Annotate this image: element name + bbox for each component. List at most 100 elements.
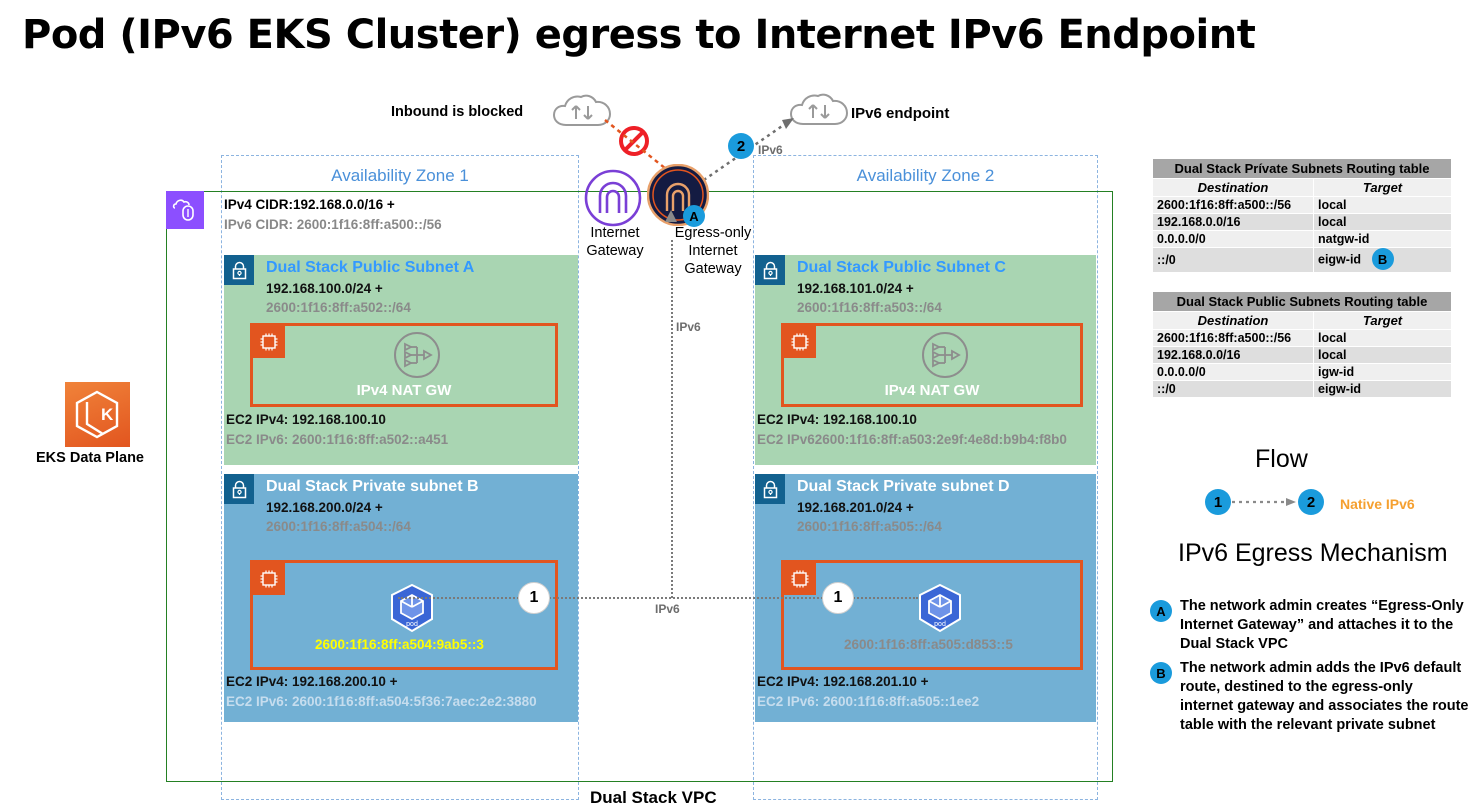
private-rt-target-3-text: eigw-id bbox=[1318, 252, 1362, 267]
ipv6-endpoint-label: IPv6 endpoint bbox=[851, 105, 950, 122]
subnet-b-cidr6: 2600:1f16:8ff:a504::/64 bbox=[266, 519, 411, 534]
private-subnets-routing-table: Dual Stack Prívate Subnets Routing table… bbox=[1152, 158, 1452, 273]
subnet-a-cidr4: 192.168.100.0/24 + bbox=[266, 281, 383, 296]
svg-text:pod: pod bbox=[934, 621, 946, 628]
flow-step-1-subnet-b: 1 bbox=[518, 582, 550, 614]
public-rt-target-3: eigw-id bbox=[1313, 380, 1452, 398]
subnet-c: Dual Stack Public Subnet C 192.168.101.0… bbox=[755, 255, 1096, 465]
subnet-lock-icon bbox=[755, 255, 785, 285]
subnet-b-title: Dual Stack Private subnet B bbox=[266, 478, 479, 495]
nat-gateway-icon bbox=[392, 330, 442, 385]
flow-legend-arrow bbox=[1232, 495, 1302, 514]
subnet-c-ec2-box: IPv4 NAT GW bbox=[781, 323, 1083, 407]
mechanism-badge-a: A bbox=[1150, 600, 1172, 622]
ec2-chip-icon bbox=[783, 325, 816, 358]
igw-label-line1: Internet bbox=[590, 225, 640, 241]
public-rt-target-2: igw-id bbox=[1313, 363, 1452, 381]
subnet-a-ec2-ipv4: EC2 IPv4: 192.168.100.10 bbox=[226, 412, 386, 427]
mechanism-title: IPv6 Egress Mechanism bbox=[1178, 539, 1448, 567]
ec2-chip-icon bbox=[252, 562, 285, 595]
private-rt-target-2: natgw-id bbox=[1313, 230, 1452, 248]
subnet-a-ec2-box: IPv4 NAT GW bbox=[250, 323, 558, 407]
subnet-b-ec2-ipv6: EC2 IPv6: 2600:1f16:8ff:a504:5f36:7aec:2… bbox=[226, 694, 537, 709]
subnet-c-title: Dual Stack Public Subnet C bbox=[797, 259, 1006, 276]
ipv6-tag-vertical: IPv6 bbox=[676, 320, 701, 334]
routing-badge-b: B bbox=[1371, 248, 1394, 270]
subnet-d-ec2-ipv4: EC2 IPv4: 192.168.201.10 + bbox=[757, 674, 929, 689]
table-row: 192.168.0.0/16 local bbox=[1152, 346, 1452, 364]
table-row: 2600:1f16:8ff:a500::/56 local bbox=[1152, 196, 1452, 214]
subnet-b-ec2-box: pod 2600:1f16:8ff:a504:9ab5::3 bbox=[250, 560, 558, 670]
public-rt-title: Dual Stack Public Subnets Routing table bbox=[1152, 291, 1452, 312]
private-rt-target-0: local bbox=[1313, 196, 1452, 214]
eks-data-plane-label: EKS Data Plane bbox=[36, 450, 144, 466]
public-rt-dest-2: 0.0.0.0/0 bbox=[1152, 363, 1314, 381]
subnet-b-pod-ip: 2600:1f16:8ff:a504:9ab5::3 bbox=[315, 637, 484, 652]
subnet-a: Dual Stack Public Subnet A 192.168.100.0… bbox=[224, 255, 578, 465]
subnet-d-pod-ip: 2600:1f16:8ff:a505:d853::5 bbox=[844, 637, 1013, 652]
vpc-label: Dual Stack VPC bbox=[590, 788, 717, 807]
table-row: 0.0.0.0/0 igw-id bbox=[1152, 363, 1452, 381]
az1-label: Availability Zone 1 bbox=[331, 166, 469, 185]
vpc-cidr-ipv6: IPv6 CIDR: 2600:1f16:8ff:a500::/56 bbox=[224, 217, 442, 232]
subnet-c-cidr4: 192.168.101.0/24 + bbox=[797, 281, 914, 296]
vpc-icon bbox=[166, 191, 204, 229]
private-rt-dest-1: 192.168.0.0/16 bbox=[1152, 213, 1314, 231]
pod-icon: pod bbox=[386, 583, 438, 640]
subnet-d-ec2-box: pod 2600:1f16:8ff:a505:d853::5 bbox=[781, 560, 1083, 670]
subnet-d-ec2-ipv6: EC2 IPv6: 2600:1f16:8ff:a505::1ee2 bbox=[757, 694, 980, 709]
subnet-a-title: Dual Stack Public Subnet A bbox=[266, 259, 475, 276]
private-rt-target-1: local bbox=[1313, 213, 1452, 231]
subnet-c-ec2-ipv6: EC2 IPv62600:1f16:8ff:a503:2e9f:4e8d:b9b… bbox=[757, 432, 1067, 447]
nat-gateway-icon bbox=[920, 330, 970, 385]
private-rt-col-target: Target bbox=[1313, 178, 1452, 197]
svg-text:pod: pod bbox=[406, 621, 418, 628]
public-rt-col-destination: Destination bbox=[1152, 311, 1314, 330]
ec2-chip-icon bbox=[783, 562, 816, 595]
public-rt-dest-0: 2600:1f16:8ff:a500::/56 bbox=[1152, 329, 1314, 347]
eks-data-plane-icon: K bbox=[65, 382, 130, 447]
flow-legend-label: Native IPv6 bbox=[1340, 496, 1415, 512]
public-rt-target-1: local bbox=[1313, 346, 1452, 364]
flow-step-2-marker: 2 bbox=[728, 133, 754, 159]
private-rt-title: Dual Stack Prívate Subnets Routing table bbox=[1152, 158, 1452, 179]
subnet-b-cidr4: 192.168.200.0/24 + bbox=[266, 500, 383, 515]
private-rt-target-3: eigw-id B bbox=[1313, 247, 1452, 273]
subnet-c-cidr6: 2600:1f16:8ff:a503::/64 bbox=[797, 300, 942, 315]
table-row: 192.168.0.0/16 local bbox=[1152, 213, 1452, 231]
igw-label-line2: Gateway bbox=[586, 243, 644, 259]
az2-label: Availability Zone 2 bbox=[856, 166, 995, 185]
subnet-d-cidr4: 192.168.201.0/24 + bbox=[797, 500, 914, 515]
page-title: Pod (IPv6 EKS Cluster) egress to Interne… bbox=[22, 12, 1256, 58]
mechanism-item-a-text: The network admin creates “Egress-Only I… bbox=[1180, 598, 1464, 652]
table-row: ::/0 eigw-id bbox=[1152, 380, 1452, 398]
subnet-d-title: Dual Stack Private subnet D bbox=[797, 478, 1010, 495]
subnet-c-natgw-label: IPv4 NAT GW bbox=[884, 382, 980, 399]
ec2-chip-icon bbox=[252, 325, 285, 358]
private-rt-col-destination: Destination bbox=[1152, 178, 1314, 197]
vpc-cidr-ipv4: IPv4 CIDR:192.168.0.0/16 + bbox=[224, 197, 395, 212]
public-subnets-routing-table: Dual Stack Public Subnets Routing table … bbox=[1152, 291, 1452, 398]
subnet-c-ec2-ipv4: EC2 IPv4: 192.168.100.10 bbox=[757, 412, 917, 427]
svg-text:K: K bbox=[101, 405, 114, 424]
subnet-lock-icon bbox=[224, 255, 254, 285]
ipv6-tag-horizontal: IPv6 bbox=[655, 602, 680, 616]
mechanism-badge-b: B bbox=[1150, 662, 1172, 684]
eigw-uplink-arrow bbox=[663, 210, 679, 235]
inbound-blocked-label: Inbound is blocked bbox=[391, 104, 524, 120]
public-rt-target-0: local bbox=[1313, 329, 1452, 347]
flow-legend-step-1: 1 bbox=[1205, 489, 1231, 515]
flow-step-1-subnet-d: 1 bbox=[822, 582, 854, 614]
subnet-lock-icon bbox=[755, 474, 785, 504]
subnet-d-cidr6: 2600:1f16:8ff:a505::/64 bbox=[797, 519, 942, 534]
private-rt-dest-0: 2600:1f16:8ff:a500::/56 bbox=[1152, 196, 1314, 214]
pod-icon: pod bbox=[914, 583, 966, 640]
eigw-label-line1: Egress-only bbox=[674, 225, 752, 241]
private-rt-dest-2: 0.0.0.0/0 bbox=[1152, 230, 1314, 248]
private-rt-dest-3: ::/0 bbox=[1152, 247, 1314, 273]
flow-title: Flow bbox=[1255, 445, 1308, 473]
subnet-a-cidr6: 2600:1f16:8ff:a502::/64 bbox=[266, 300, 411, 315]
flow-line-vertical bbox=[671, 240, 673, 598]
subnet-a-natgw-label: IPv4 NAT GW bbox=[356, 382, 452, 399]
public-rt-col-target: Target bbox=[1313, 311, 1452, 330]
